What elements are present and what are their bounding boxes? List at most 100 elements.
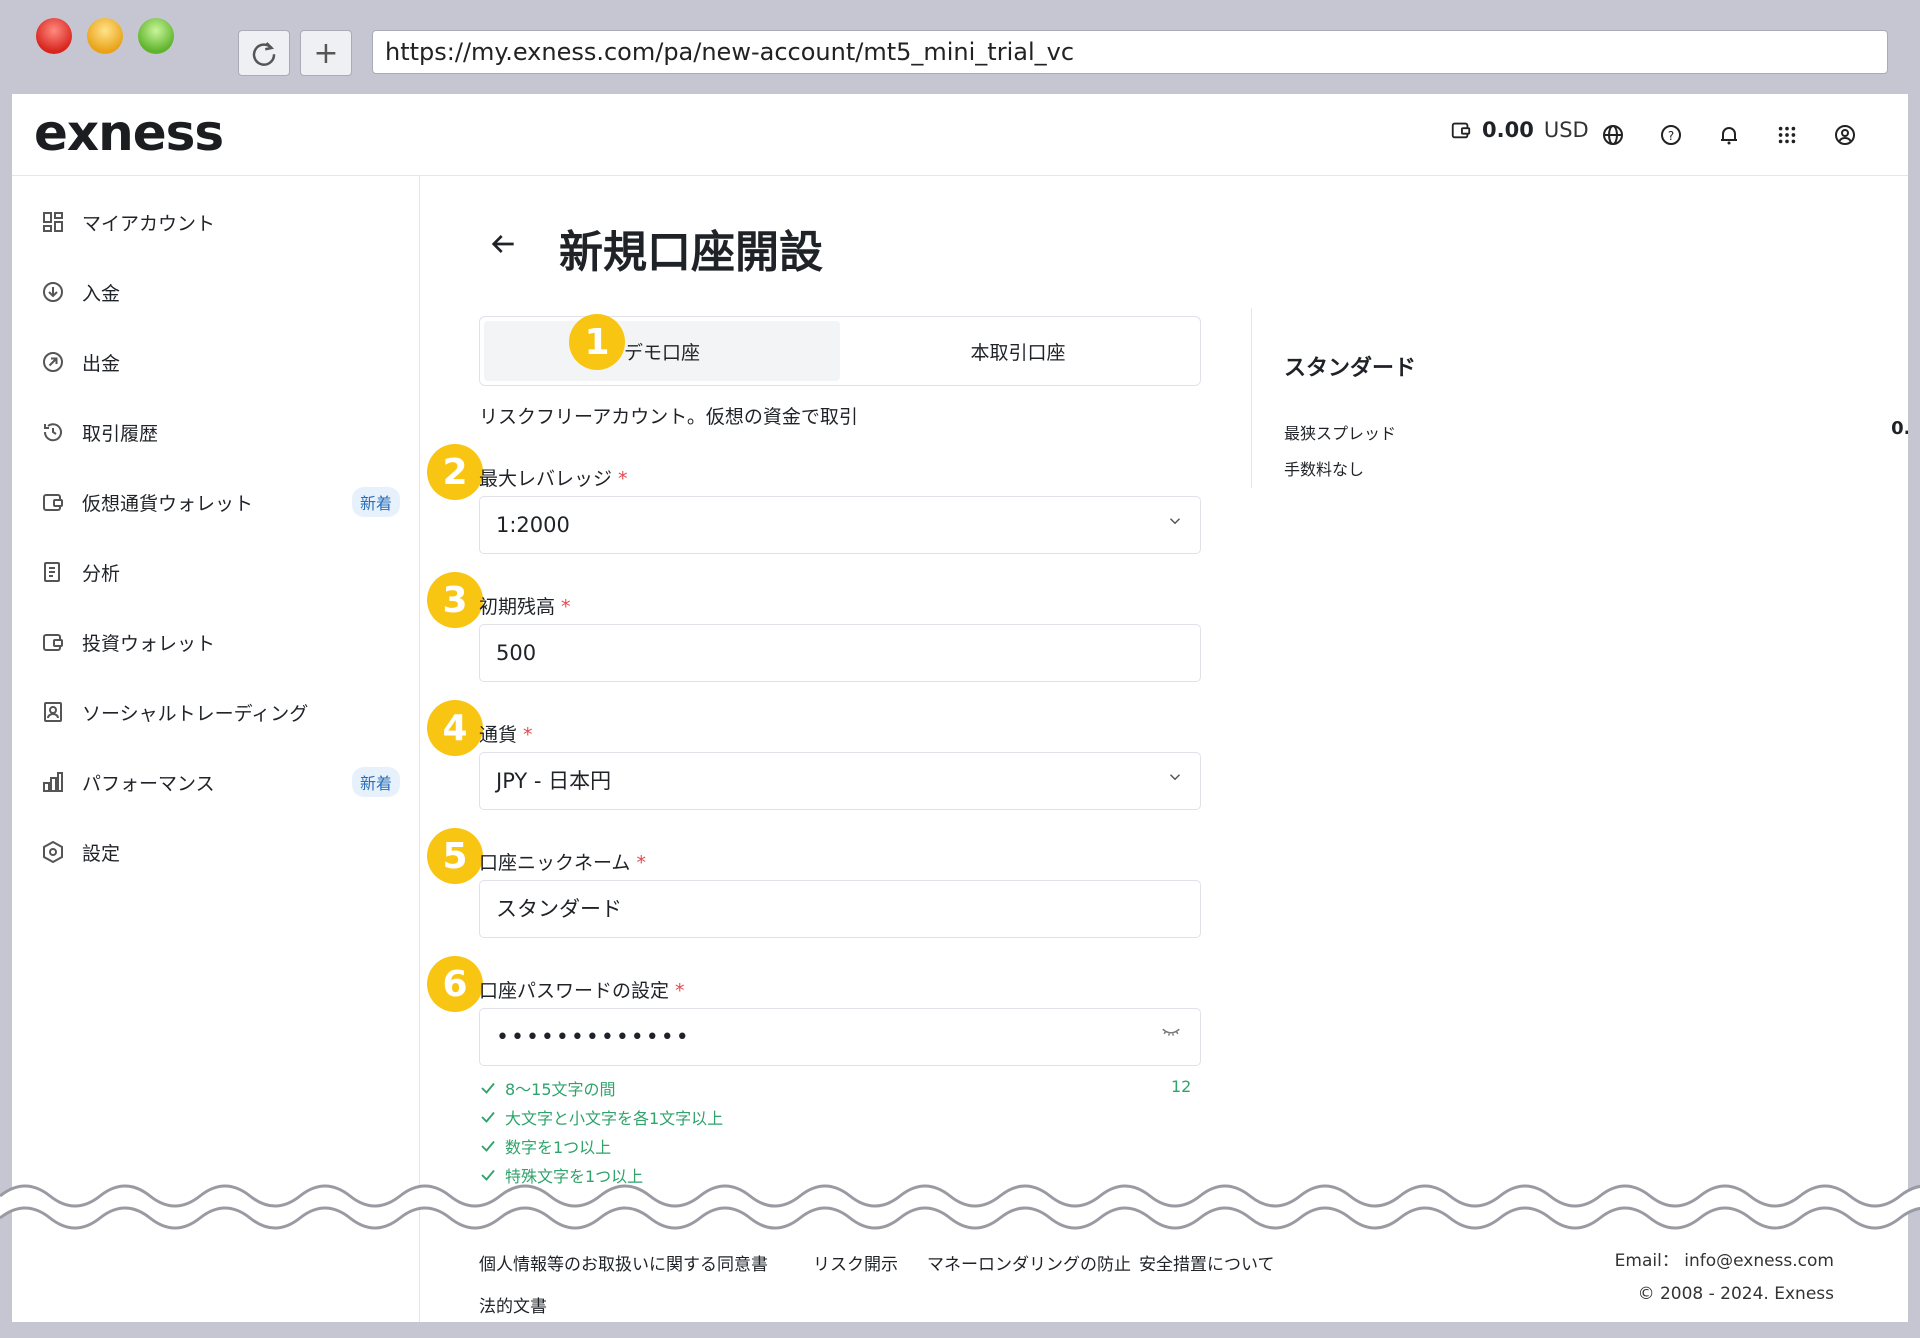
sidebar-item-label: 出金 bbox=[82, 352, 121, 375]
chevron-down-icon bbox=[1166, 497, 1184, 553]
password-rule: 8～15文字の間 bbox=[479, 1076, 616, 1100]
currency-label: 通貨 * bbox=[479, 724, 533, 746]
password-rule: 大文字と小文字を各1文字以上 bbox=[479, 1105, 723, 1129]
initial-balance-value: 500 bbox=[496, 641, 537, 665]
sidebar-item-my-account[interactable]: マイアカウント bbox=[40, 202, 400, 242]
sidebar-item-withdraw[interactable]: 出金 bbox=[40, 342, 400, 382]
password-value: ••••••••••••• bbox=[496, 1025, 691, 1050]
back-arrow-icon bbox=[491, 235, 514, 253]
check-icon bbox=[481, 1082, 495, 1094]
help-button[interactable]: ? bbox=[1656, 120, 1686, 150]
language-button[interactable] bbox=[1598, 120, 1628, 150]
bar-chart-icon bbox=[40, 769, 66, 795]
withdraw-icon bbox=[40, 349, 66, 375]
window-maximize-button[interactable] bbox=[138, 18, 174, 54]
page-break-wave bbox=[0, 1184, 1920, 1230]
wallet-icon bbox=[1451, 122, 1471, 139]
app-window: exness 0.00 USD ? マイアカウント 入金 出金 取引履歴 仮想通… bbox=[12, 94, 1908, 1322]
nickname-input[interactable]: スタンダード bbox=[479, 880, 1201, 938]
footer-link-privacy[interactable]: 個人情報等のお取扱いに関する同意書 bbox=[479, 1250, 768, 1275]
currency-value: JPY - 日本円 bbox=[496, 769, 612, 793]
social-trading-icon bbox=[40, 699, 66, 725]
reload-button[interactable] bbox=[238, 30, 290, 76]
profile-icon bbox=[1835, 125, 1855, 145]
currency-select[interactable]: JPY - 日本円 bbox=[479, 752, 1201, 810]
footer-email[interactable]: Email： info@exness.com bbox=[1615, 1246, 1834, 1271]
leverage-value: 1:2000 bbox=[496, 513, 570, 537]
balance-currency: USD bbox=[1543, 118, 1589, 142]
sidebar-item-label: パフォーマンス bbox=[82, 772, 215, 795]
dashboard-icon bbox=[40, 209, 66, 235]
balance-display[interactable]: 0.00 USD bbox=[1450, 118, 1589, 142]
eye-off-icon[interactable] bbox=[1160, 1009, 1182, 1065]
commission-label: 手数料なし bbox=[1284, 460, 1365, 479]
summary-title: スタンダード bbox=[1284, 356, 1417, 381]
footer-link-security[interactable]: 安全措置について bbox=[1139, 1250, 1275, 1275]
sidebar-item-label: ソーシャルトレーディング bbox=[82, 702, 309, 725]
step-marker-4: 4 bbox=[427, 700, 483, 756]
plus-icon: + bbox=[313, 35, 339, 71]
footer-copyright: © 2008 - 2024. Exness bbox=[1637, 1284, 1834, 1304]
browser-chrome: + https://my.exness.com/pa/new-account/m… bbox=[0, 0, 1920, 94]
sidebar-item-label: 取引履歴 bbox=[82, 422, 159, 445]
tab-real-account[interactable]: 本取引口座 bbox=[840, 321, 1196, 381]
new-badge: 新着 bbox=[351, 767, 400, 797]
bell-icon bbox=[1721, 127, 1737, 145]
step-marker-1: 1 bbox=[569, 314, 625, 370]
footer-link-aml[interactable]: マネーロンダリングの防止 bbox=[927, 1250, 1131, 1275]
new-tab-button[interactable]: + bbox=[300, 30, 352, 76]
sidebar-item-label: 設定 bbox=[82, 842, 121, 865]
sidebar-item-label: 投資ウォレット bbox=[82, 632, 216, 655]
step-marker-6: 6 bbox=[427, 956, 483, 1012]
help-icon: ? bbox=[1661, 125, 1681, 145]
window-close-button[interactable] bbox=[36, 18, 72, 54]
check-icon bbox=[481, 1140, 495, 1152]
sidebar-item-label: 仮想通貨ウォレット bbox=[82, 492, 254, 515]
profile-button[interactable] bbox=[1830, 120, 1860, 150]
globe-icon bbox=[1603, 125, 1623, 145]
nickname-value: スタンダード bbox=[496, 897, 622, 921]
sidebar: マイアカウント 入金 出金 取引履歴 仮想通貨ウォレット 新着 分析 投資ウォレ… bbox=[12, 176, 420, 1322]
svg-text:?: ? bbox=[1668, 129, 1674, 143]
deposit-icon bbox=[40, 279, 66, 305]
reload-icon bbox=[252, 42, 276, 66]
new-badge: 新着 bbox=[351, 487, 400, 517]
password-input[interactable]: ••••••••••••• bbox=[479, 1008, 1201, 1066]
sidebar-item-settings[interactable]: 設定 bbox=[40, 832, 400, 872]
footer-link-risk[interactable]: リスク開示 bbox=[813, 1250, 898, 1275]
notifications-button[interactable] bbox=[1714, 120, 1744, 150]
sidebar-item-label: 入金 bbox=[82, 282, 121, 305]
password-label: 口座パスワードの設定 * bbox=[479, 980, 685, 1002]
exness-logo[interactable]: exness bbox=[34, 104, 224, 162]
password-length-count: 12 bbox=[1171, 1077, 1192, 1096]
step-marker-5: 5 bbox=[427, 828, 483, 884]
sidebar-item-performance[interactable]: パフォーマンス 新着 bbox=[40, 762, 400, 802]
window-minimize-button[interactable] bbox=[87, 18, 123, 54]
top-bar: exness 0.00 USD ? bbox=[12, 94, 1908, 176]
settings-icon bbox=[40, 839, 66, 865]
apps-button[interactable] bbox=[1772, 120, 1802, 150]
sidebar-item-deposit[interactable]: 入金 bbox=[40, 272, 400, 312]
analysis-icon bbox=[40, 559, 66, 585]
step-marker-3: 3 bbox=[427, 572, 483, 628]
address-bar[interactable]: https://my.exness.com/pa/new-account/mt5… bbox=[372, 30, 1888, 74]
leverage-label: 最大レバレッジ * bbox=[479, 468, 628, 490]
apps-grid-icon bbox=[1778, 126, 1796, 144]
initial-balance-input[interactable]: 500 bbox=[479, 624, 1201, 682]
main-content: 新規口座開設 デモ口座 本取引口座 1 リスクフリーアカウント。仮想の資金で取引… bbox=[421, 176, 1908, 1322]
account-summary-panel: スタンダード 最狭スプレッド 0.2 手数料なし bbox=[1251, 308, 1908, 488]
sidebar-item-trade-history[interactable]: 取引履歴 bbox=[40, 412, 400, 452]
sidebar-item-social-trading[interactable]: ソーシャルトレーディング bbox=[40, 692, 400, 732]
footer-link-legal[interactable]: 法的文書 bbox=[479, 1292, 547, 1317]
tab-demo-account[interactable]: デモ口座 bbox=[484, 321, 840, 381]
sidebar-item-investment-wallet[interactable]: 投資ウォレット bbox=[40, 622, 400, 662]
back-button[interactable] bbox=[487, 228, 519, 269]
leverage-select[interactable]: 1:2000 bbox=[479, 496, 1201, 554]
sidebar-item-crypto-wallet[interactable]: 仮想通貨ウォレット 新着 bbox=[40, 482, 400, 522]
account-description: リスクフリーアカウント。仮想の資金で取引 bbox=[479, 406, 858, 428]
wallet-icon bbox=[40, 489, 66, 515]
sidebar-item-label: 分析 bbox=[82, 562, 121, 585]
nickname-label: 口座ニックネーム * bbox=[479, 852, 646, 874]
sidebar-item-analysis[interactable]: 分析 bbox=[40, 552, 400, 592]
step-marker-2: 2 bbox=[427, 444, 483, 500]
